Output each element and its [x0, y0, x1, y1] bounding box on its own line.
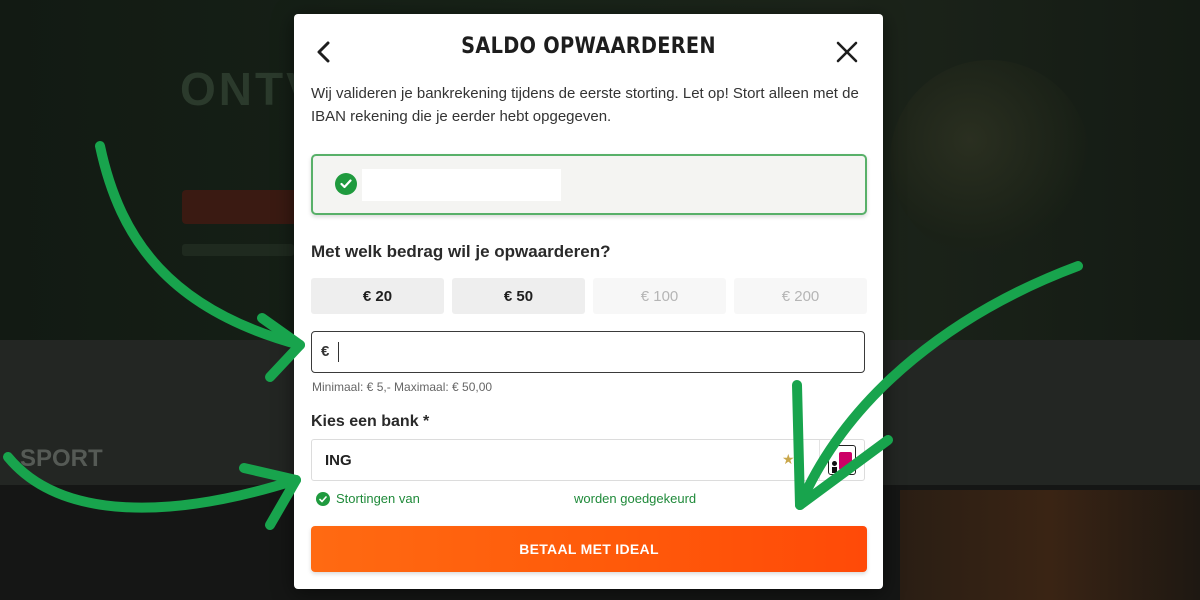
amount-options: € 20 € 50 € 100 € 200: [311, 278, 867, 314]
background-bottom-image: [900, 490, 1200, 600]
amount-limits: Minimaal: € 5,- Maximaal: € 50,00: [312, 380, 493, 394]
amount-option-100: € 100: [593, 278, 726, 314]
modal-title: SALDO OPWAARDEREN: [461, 34, 716, 59]
check-circle-icon: [335, 173, 357, 195]
star-icon: ★: [782, 451, 795, 467]
close-icon: [836, 41, 858, 63]
text-cursor: [338, 342, 339, 362]
ideal-logo-icon: [828, 445, 856, 475]
bank-selected-value: ING: [325, 452, 352, 469]
amount-option-200: € 200: [734, 278, 867, 314]
amount-input[interactable]: €: [311, 331, 865, 373]
pay-with-ideal-button[interactable]: BETAAL MET IDEAL: [311, 526, 867, 572]
bank-label: Kies een bank *: [311, 413, 430, 430]
deposit-status: Stortingen van worden goedgekeurd: [316, 489, 866, 509]
hero-button: [182, 190, 302, 224]
amount-question: Met welk bedrag wil je opwaarderen?: [311, 242, 611, 261]
close-button[interactable]: [833, 38, 861, 66]
amount-option-50[interactable]: € 50: [452, 278, 585, 314]
sport-section-label: SPORT: [20, 445, 103, 472]
deposit-modal: SALDO OPWAARDEREN Wij valideren je bankr…: [294, 14, 883, 589]
deposit-status-text-2: worden goedgekeurd: [574, 491, 697, 506]
select-divider: [819, 440, 820, 480]
verified-account-box: [311, 154, 867, 215]
amount-option-20[interactable]: € 20: [311, 278, 444, 314]
hero-image: [890, 60, 1090, 260]
hero-link: [182, 244, 294, 256]
deposit-status-text: Stortingen van: [336, 491, 420, 506]
intro-text: Wij valideren je bankrekening tijdens de…: [311, 85, 859, 125]
bank-select[interactable]: ING ★: [311, 439, 865, 481]
currency-symbol: €: [321, 343, 330, 360]
check-circle-icon: [316, 492, 330, 506]
redacted-account-number: [362, 169, 561, 201]
